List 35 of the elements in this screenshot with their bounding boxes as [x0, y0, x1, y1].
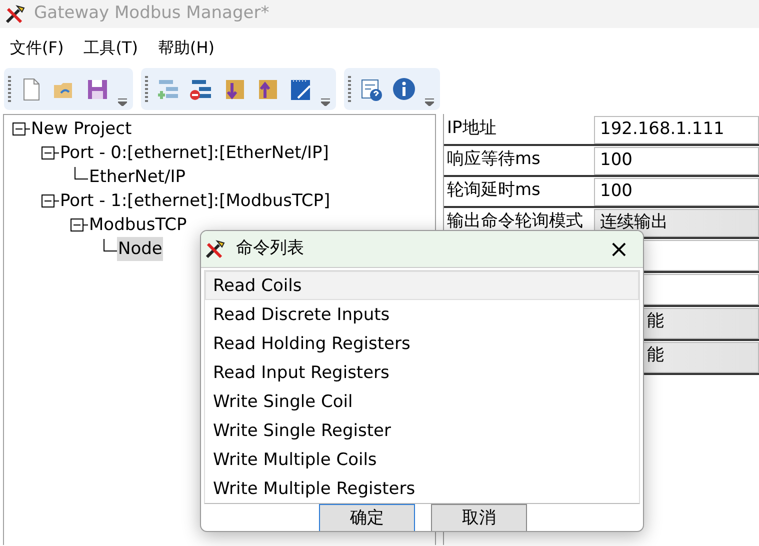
list-item[interactable]: Write Multiple Coils	[205, 445, 639, 474]
tree-connector	[103, 239, 117, 252]
menu-item[interactable]: 工具(T)	[78, 36, 152, 60]
document-question-icon[interactable]	[359, 76, 384, 102]
list-item[interactable]: Write Single Register	[205, 416, 639, 445]
text-field[interactable]: 100	[594, 147, 759, 175]
dropdown-icon[interactable]	[118, 98, 127, 106]
list-item[interactable]: Write Multiple Registers	[205, 474, 639, 503]
tree-item[interactable]: Port - 0:[ethernet]:[EtherNet/IP]	[59, 141, 330, 165]
tools-icon	[4, 3, 26, 25]
window-title: Gateway Modbus Manager*	[34, 2, 270, 26]
tree-item[interactable]: New Project	[30, 117, 133, 141]
dialog-button[interactable]: 取消	[431, 504, 527, 531]
list-item[interactable]: Write Single Coil	[205, 387, 639, 416]
tree-item[interactable]: EtherNet/IP	[88, 165, 186, 189]
dropdown-icon[interactable]	[425, 98, 434, 106]
menu-item[interactable]: 文件(F)	[4, 36, 78, 60]
property-label: 响应等待ms	[446, 148, 542, 171]
dialog-button[interactable]: 确定	[319, 504, 415, 531]
menu-item[interactable]: 帮助(H)	[152, 36, 228, 60]
tree-item[interactable]: Port - 1:[ethernet]:[ModbusTCP]	[59, 189, 332, 213]
info-icon[interactable]	[392, 76, 417, 102]
dialog-title: 命令列表	[236, 237, 305, 260]
tree-item[interactable]: ModbusTCP	[88, 213, 188, 237]
list-item[interactable]: Read Coils	[205, 271, 639, 300]
property-label: 轮询延时ms	[446, 179, 542, 202]
text-field[interactable]: 192.168.1.111	[594, 116, 759, 144]
tree-item[interactable]: Node	[117, 237, 164, 261]
property-label: IP地址	[446, 117, 498, 140]
dropdown-field[interactable]: 连续输出	[594, 209, 759, 237]
close-button[interactable]: ×	[594, 237, 643, 261]
dropdown-icon[interactable]	[321, 98, 330, 106]
text-field[interactable]: 100	[594, 178, 759, 206]
property-label: 输出命令轮询模式	[446, 210, 584, 233]
tree-connector	[74, 167, 88, 180]
